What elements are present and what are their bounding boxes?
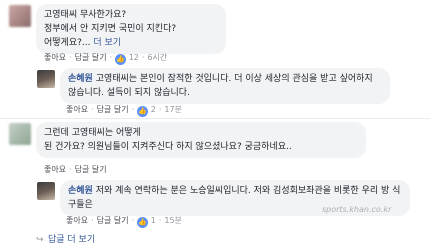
like-reaction-icon: 👍: [137, 106, 149, 117]
comment-actions: 좋아요 · 답글 달기: [44, 165, 107, 174]
like-reaction-icon: 👍: [137, 217, 149, 228]
reaction-count[interactable]: 1: [151, 216, 156, 225]
like-button[interactable]: 좋아요: [44, 53, 66, 62]
like-button[interactable]: 좋아요: [44, 165, 66, 174]
reply-button[interactable]: 답글 달기: [75, 53, 107, 62]
author-avatar[interactable]: [37, 182, 55, 200]
more-replies-link[interactable]: ↪ 답글 더 보기: [36, 232, 95, 245]
like-button[interactable]: 좋아요: [66, 216, 88, 225]
reply-text: 손혜원 고영태씨는 본인이 잠적한 것입니다. 더 이상 세상의 관심을 받고 …: [68, 74, 373, 98]
divider: [0, 118, 430, 119]
author-name[interactable]: 손혜원: [68, 186, 93, 196]
author-avatar[interactable]: [37, 70, 55, 88]
reply-bubble: 손혜원 고영태씨는 본인이 잠적한 것입니다. 더 이상 세상의 관심을 받고 …: [60, 68, 390, 104]
commenter-avatar[interactable]: [9, 123, 31, 145]
commenter-avatar[interactable]: [9, 5, 31, 27]
reaction-count[interactable]: 12: [129, 53, 139, 62]
author-name[interactable]: 손혜원: [68, 74, 93, 84]
reply-button[interactable]: 답글 달기: [97, 105, 129, 114]
comment-bubble: 고영태씨 무사한가요? 정부에서 안 지키면 국민이 지킨다? 어떻게요?...…: [36, 4, 226, 54]
comment-actions: 좋아요 · 답글 달기 · 👍 12 · 6시간: [44, 53, 168, 65]
watermark: sports.khan.co.kr: [322, 205, 392, 214]
reaction-count[interactable]: 2: [151, 105, 156, 114]
reply-actions: 좋아요 · 답글 달기 · 👍 2 · 17분: [66, 105, 182, 117]
reply-button[interactable]: 답글 달기: [75, 165, 107, 174]
comment-time[interactable]: 6시간: [147, 53, 167, 62]
reply-button[interactable]: 답글 달기: [97, 216, 129, 225]
comment-time[interactable]: 15분: [164, 216, 182, 225]
reply-actions: 좋아요 · 답글 달기 · 👍 1 · 15분: [66, 216, 182, 228]
comment-text: 고영태씨 무사한가요? 정부에서 안 지키면 국민이 지킨다? 어떻게요?...…: [44, 10, 177, 48]
comment-text: 그런데 고영태씨는 어떻게 된 건가요? 의원님들이 지켜주신다 하지 않으셨나…: [44, 128, 292, 152]
comment-time[interactable]: 17분: [164, 105, 182, 114]
comment-bubble: 그런데 고영태씨는 어떻게 된 건가요? 의원님들이 지켜주신다 하지 않으셨나…: [36, 122, 366, 158]
like-button[interactable]: 좋아요: [66, 105, 88, 114]
see-more-link[interactable]: 더 보기: [93, 38, 121, 48]
reply-arrow-icon: ↪: [36, 235, 44, 245]
like-reaction-icon: 👍: [115, 54, 127, 65]
more-replies-label[interactable]: 답글 더 보기: [48, 235, 95, 245]
